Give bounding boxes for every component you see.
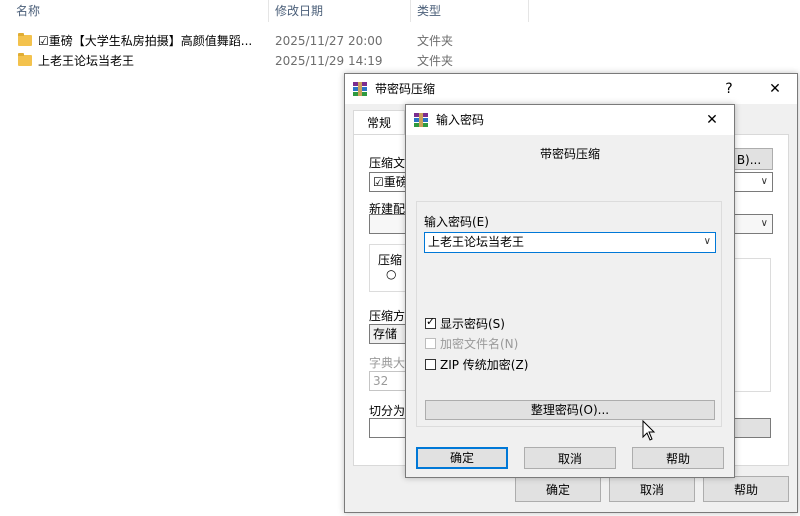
folder-icon: [18, 53, 32, 66]
column-modified-header[interactable]: 修改日期: [275, 0, 323, 22]
compress-method-label: 压缩方: [369, 309, 406, 323]
show-password-label[interactable]: 显示密码(S): [440, 315, 505, 332]
chevron-down-icon[interactable]: ∨: [761, 215, 768, 233]
column-divider[interactable]: [268, 0, 269, 22]
file-type: 文件夹: [417, 54, 454, 68]
split-volume-label: 切分为: [369, 404, 406, 418]
column-name-header[interactable]: 名称: [16, 0, 40, 22]
password-value: 上老王论坛当老王: [428, 235, 525, 249]
file-name: 上老王论坛当老王: [38, 54, 135, 68]
file-row[interactable]: ☑重磅【大学生私房拍摄】高颜值舞蹈... 2025/11/27 20:00 文件…: [0, 31, 530, 51]
title-bar[interactable]: 带密码压缩 ? ✕: [345, 74, 797, 104]
help-dialog-button[interactable]: 帮助: [703, 476, 789, 502]
zip-legacy-checkbox[interactable]: [425, 359, 436, 370]
dictionary-size-label: 字典大: [369, 356, 406, 370]
chevron-down-icon[interactable]: ∨: [761, 173, 768, 191]
format-radio[interactable]: ○: [386, 267, 396, 281]
title-bar[interactable]: 输入密码 ✕: [406, 105, 734, 135]
dialog-title: 带密码压缩: [375, 82, 436, 96]
winrar-icon: [353, 82, 367, 96]
encrypt-filenames-checkbox[interactable]: [425, 338, 436, 349]
dictionary-size-value: 32: [373, 374, 389, 388]
tab-general[interactable]: 常规: [353, 110, 405, 135]
organize-passwords-button[interactable]: 整理密码(O)...: [425, 400, 715, 420]
zip-legacy-label[interactable]: ZIP 传统加密(Z): [440, 356, 528, 373]
archive-name-value: ☑重磅: [373, 175, 408, 189]
column-divider[interactable]: [528, 0, 529, 22]
dialog-title: 输入密码: [436, 113, 485, 127]
close-button[interactable]: ✕: [692, 105, 732, 135]
help-button[interactable]: 帮助: [632, 447, 724, 469]
file-row[interactable]: 上老王论坛当老王 2025/11/29 14:19 文件夹: [0, 51, 530, 71]
ok-button[interactable]: 确定: [416, 447, 508, 469]
password-input[interactable]: 上老王论坛当老王 ∨: [424, 232, 716, 253]
ok-button[interactable]: 确定: [515, 476, 601, 502]
help-button[interactable]: ?: [709, 74, 749, 104]
cancel-button[interactable]: 取消: [524, 447, 616, 469]
archive-name-label: 压缩文: [369, 156, 406, 170]
file-date: 2025/11/29 14:19: [275, 54, 383, 68]
column-divider[interactable]: [410, 0, 411, 22]
close-button[interactable]: ✕: [755, 74, 795, 104]
mouse-cursor-icon: [642, 420, 656, 441]
folder-icon: [18, 33, 32, 46]
options-group: [731, 258, 771, 392]
column-type-header[interactable]: 类型: [417, 0, 441, 22]
file-type: 文件夹: [417, 34, 454, 48]
password-label: 输入密码(E): [424, 215, 489, 229]
dialog-heading: 带密码压缩: [539, 147, 600, 161]
file-name: ☑重磅【大学生私房拍摄】高颜值舞蹈...: [38, 34, 253, 48]
chevron-down-icon[interactable]: ∨: [704, 233, 711, 251]
set-parameters-button[interactable]: [731, 418, 771, 438]
winrar-icon: [414, 113, 428, 127]
cancel-button[interactable]: 取消: [609, 476, 695, 502]
enter-password-dialog: 输入密码 ✕ 带密码压缩 输入密码(E) 上老王论坛当老王 ∨ 显示密码(S) …: [405, 104, 735, 478]
compress-method-value: 存储: [373, 327, 398, 341]
encrypt-filenames-label[interactable]: 加密文件名(N): [440, 335, 518, 352]
file-date: 2025/11/27 20:00: [275, 34, 383, 48]
show-password-checkbox[interactable]: [425, 315, 436, 329]
format-group-label: 压缩: [378, 253, 403, 267]
